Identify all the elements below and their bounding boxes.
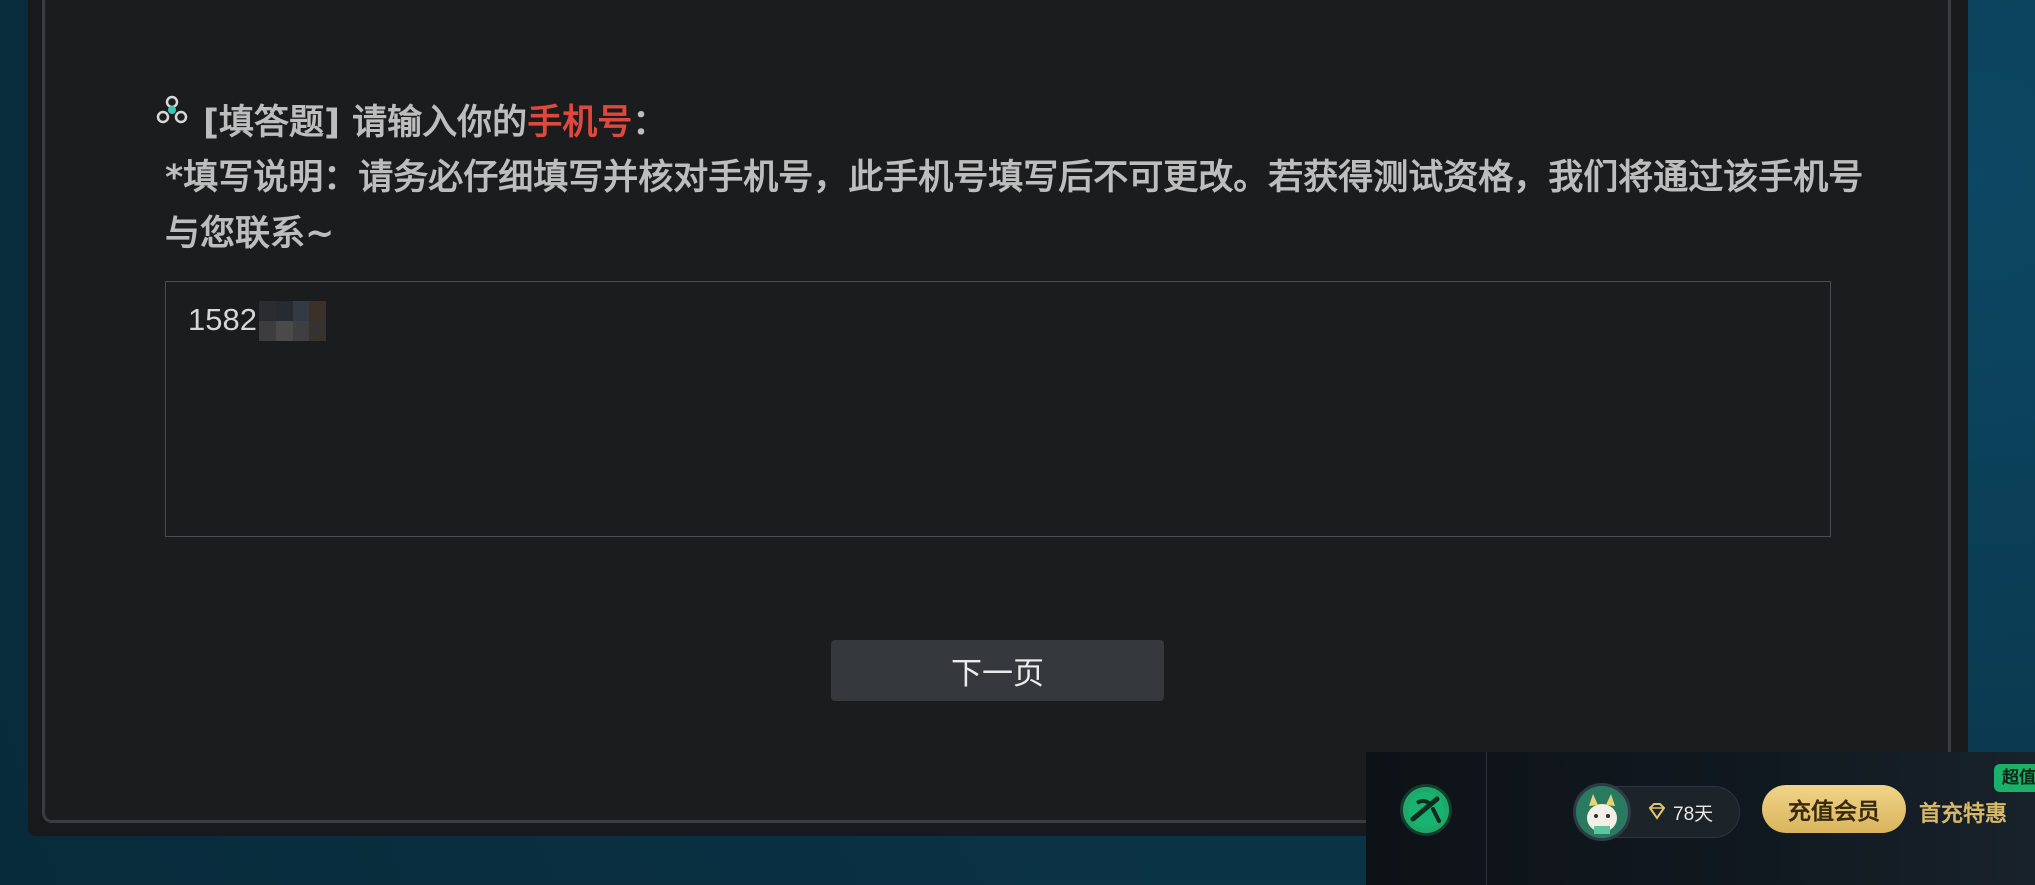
diamond-icon xyxy=(1648,803,1666,820)
question-prompt: 请输入你的 xyxy=(340,103,528,143)
phone-answer-value: 1582 xyxy=(188,302,257,337)
value-badge: 超值 xyxy=(1994,764,2035,792)
first-charge-offer[interactable]: 首充特惠 xyxy=(1919,796,2007,828)
avatar[interactable] xyxy=(1573,783,1631,841)
redacted-digits xyxy=(259,301,326,341)
app-logo-icon[interactable] xyxy=(1400,784,1452,836)
question-title: [填答题] 请输入你的手机号： xyxy=(203,96,1903,150)
question-suffix: ： xyxy=(632,103,668,143)
question-icon xyxy=(156,95,188,124)
vip-days: 78天 xyxy=(1673,804,1714,825)
question-description: *填写说明：请务必仔细填写并核对手机号，此手机号填写后不可更改。若获得测试资格，… xyxy=(165,158,1864,254)
recharge-vip-button[interactable]: 充值会员 xyxy=(1762,785,1906,833)
client-bar: 78天 充值会员 首充特惠 超值 xyxy=(1366,752,2035,885)
phone-answer-field[interactable]: 1582 xyxy=(165,281,1831,537)
next-page-button[interactable]: 下一页 xyxy=(831,640,1164,701)
vip-status[interactable]: 78天 xyxy=(1573,783,1740,841)
client-divider xyxy=(1486,752,1487,885)
question-highlight: 手机号 xyxy=(527,103,633,143)
question-type-label: [填答题] xyxy=(203,103,340,143)
